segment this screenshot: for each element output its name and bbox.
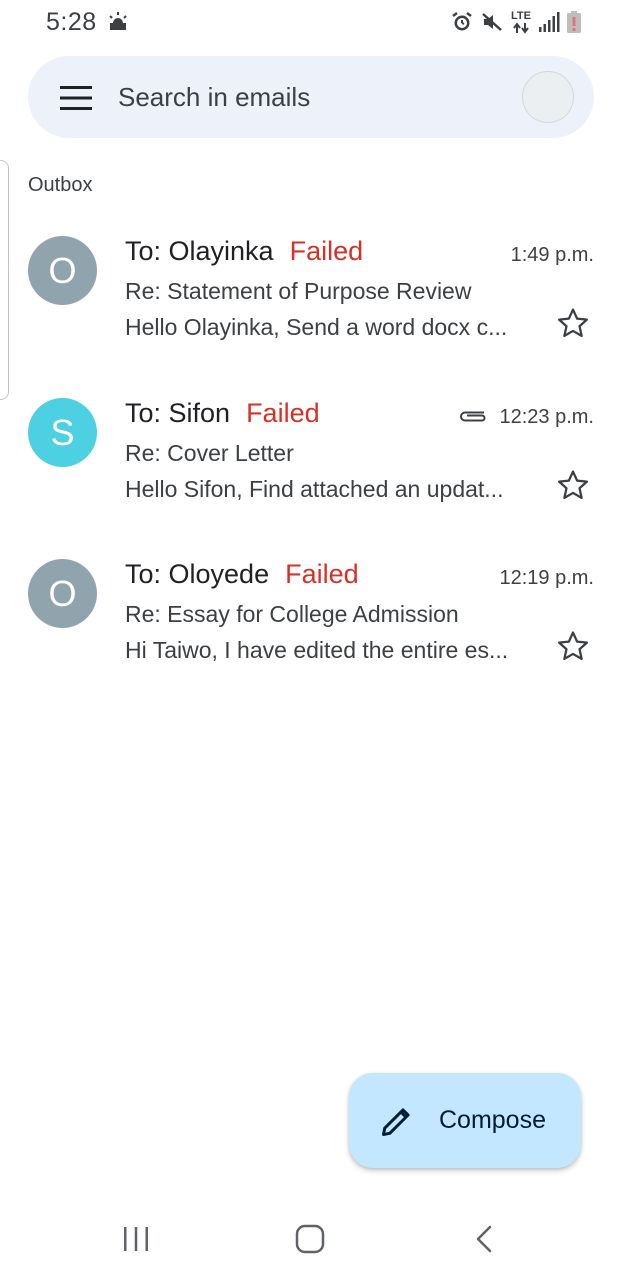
star-icon[interactable] (556, 629, 590, 663)
email-snippet: Hello Sifon, Find attached an updat... (125, 476, 504, 502)
mute-icon (482, 13, 502, 31)
star-icon[interactable] (556, 306, 590, 340)
pencil-icon (382, 1108, 410, 1136)
section-label-outbox: Outbox (28, 174, 93, 196)
alarm-icon (452, 12, 472, 31)
email-snippet: Hello Olayinka, Send a word docx c... (125, 314, 508, 340)
failed-status: Failed (246, 398, 320, 428)
sunrise-cloud-icon (109, 12, 127, 30)
email-list-item[interactable]: S To: Sifon Failed 12:23 p.m. Re: Cover L… (0, 398, 622, 548)
signal-icon (539, 12, 560, 32)
email-subject: Re: Essay for College Admission (125, 601, 459, 627)
search-bar[interactable]: Search in emails (28, 56, 594, 138)
sender-avatar[interactable]: O (28, 236, 97, 305)
email-recipient: To: Oloyede Failed (125, 559, 359, 590)
email-time: 1:49 p.m. (510, 244, 594, 266)
recent-apps-icon[interactable] (120, 1226, 152, 1252)
failed-status: Failed (289, 236, 364, 266)
status-time: 5:28 (46, 8, 97, 36)
lte-icon: LTE (510, 9, 532, 34)
data-arrows-icon (513, 21, 529, 34)
gmail-outbox-screen: 5:28 LTE Search in emails Outbox O To: O… (0, 0, 622, 1280)
search-input[interactable]: Search in emails (118, 82, 310, 113)
account-avatar[interactable] (522, 71, 574, 123)
recipient-name: To: Oloyede (125, 559, 270, 589)
recipient-name: To: Olayinka (125, 236, 274, 266)
home-icon[interactable] (295, 1224, 325, 1254)
star-icon[interactable] (556, 468, 590, 502)
email-subject: Re: Cover Letter (125, 440, 294, 466)
compose-button[interactable]: Compose (349, 1073, 581, 1168)
battery-icon (567, 11, 581, 33)
system-navigation-bar (0, 1200, 622, 1280)
lte-label: LTE (511, 9, 531, 22)
hamburger-menu-icon[interactable] (60, 86, 92, 110)
back-icon[interactable] (470, 1224, 500, 1254)
sender-avatar[interactable]: S (28, 398, 97, 467)
email-subject: Re: Statement of Purpose Review (125, 278, 472, 304)
email-time: 12:19 p.m. (499, 567, 594, 589)
sender-avatar[interactable]: O (28, 559, 97, 628)
attachment-icon (460, 411, 486, 422)
email-snippet: Hi Taiwo, I have edited the entire es... (125, 637, 509, 663)
failed-status: Failed (285, 559, 359, 589)
status-icons: LTE (450, 8, 582, 36)
email-list-item[interactable]: O To: Oloyede Failed 12:19 p.m. Re: Essay… (0, 559, 622, 709)
status-bar: 5:28 LTE (0, 0, 622, 44)
compose-label: Compose (439, 1106, 546, 1134)
email-recipient: To: Olayinka Failed (125, 236, 363, 267)
email-list-item[interactable]: O To: Olayinka Failed 1:49 p.m. Re: State… (0, 236, 622, 386)
email-time: 12:23 p.m. (499, 406, 594, 428)
email-recipient: To: Sifon Failed (125, 398, 320, 429)
recipient-name: To: Sifon (125, 398, 231, 428)
